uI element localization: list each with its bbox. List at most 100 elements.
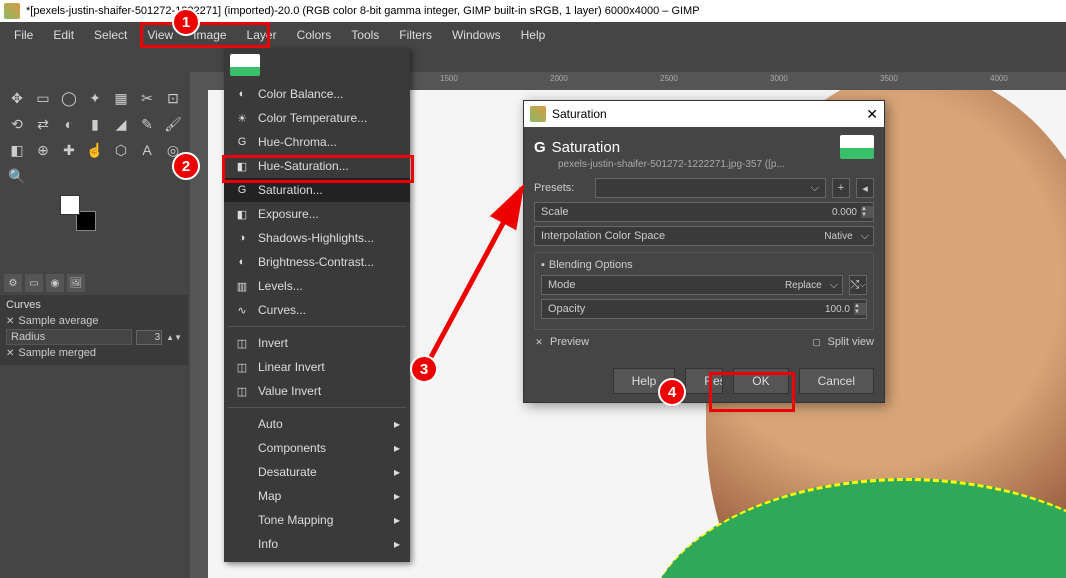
tab-images[interactable]: 🖼	[67, 274, 85, 292]
dialog-heading: GSaturation	[534, 135, 874, 159]
sample-average-label: Sample average	[18, 315, 98, 327]
tool-scissors[interactable]: ▦	[108, 85, 134, 111]
chevron-right-icon: ▸	[394, 441, 400, 455]
menu-saturation[interactable]: GSaturation...	[224, 178, 410, 202]
tool-fuzzy-select[interactable]: ✦	[82, 85, 108, 111]
interpolation-combo[interactable]: Interpolation Color Space Native ⌵	[534, 226, 874, 246]
chevron-right-icon: ▸	[394, 489, 400, 503]
fg-color-swatch[interactable]	[60, 195, 80, 215]
presets-combo[interactable]: ⌵	[595, 178, 826, 198]
sample-merged-label: Sample merged	[18, 347, 96, 359]
menu-color-temperature[interactable]: ☀Color Temperature...	[224, 106, 410, 130]
tool-measure[interactable]: ◎	[160, 137, 186, 163]
menubar: File Edit Select View Image Layer Colors…	[0, 22, 1066, 48]
tool-heal[interactable]: ✚	[56, 137, 82, 163]
chevron-right-icon: ▸	[394, 417, 400, 431]
dialog-titlebar[interactable]: Saturation ✕	[524, 101, 884, 127]
dockable-tabs: ⚙ ▭ ◉ 🖼	[0, 274, 85, 294]
menu-help[interactable]: Help	[511, 24, 556, 46]
menu-view[interactable]: View	[137, 24, 183, 46]
menu-info[interactable]: Info▸	[224, 532, 410, 556]
tool-smudge[interactable]: ☝	[82, 137, 108, 163]
tool-clone[interactable]: ⊕	[30, 137, 56, 163]
menu-exposure[interactable]: ◧Exposure...	[224, 202, 410, 226]
tool-pencil[interactable]: ✎	[134, 111, 160, 137]
tab-device[interactable]: ▭	[25, 274, 43, 292]
menu-edit[interactable]: Edit	[43, 24, 84, 46]
dialog-title: Saturation	[552, 107, 607, 121]
menu-tone-mapping[interactable]: Tone Mapping▸	[224, 508, 410, 532]
menu-layer[interactable]: Layer	[237, 24, 287, 46]
menu-hue-chroma[interactable]: GHue-Chroma...	[224, 130, 410, 154]
menu-linear-invert[interactable]: ◫Linear Invert	[224, 355, 410, 379]
tab-tool-options[interactable]: ⚙	[4, 274, 22, 292]
chevron-right-icon: ▸	[394, 513, 400, 527]
tab-brushes[interactable]: ◉	[46, 274, 64, 292]
menu-tools[interactable]: Tools	[341, 24, 389, 46]
close-icon[interactable]: ✕	[866, 106, 878, 123]
menu-map[interactable]: Map▸	[224, 484, 410, 508]
menu-windows[interactable]: Windows	[442, 24, 511, 46]
menu-shadows-highlights[interactable]: ◑Shadows-Highlights...	[224, 226, 410, 250]
tool-eraser[interactable]: ◧	[4, 137, 30, 163]
splitview-checkbox[interactable]: ▢	[812, 337, 822, 347]
tool-bucket[interactable]: ▮	[82, 111, 108, 137]
close-icon[interactable]: ✕	[6, 348, 14, 359]
menu-invert[interactable]: ◫Invert	[224, 331, 410, 355]
menu-levels[interactable]: ▥Levels...	[224, 274, 410, 298]
tool-zoom[interactable]: 🔍	[4, 163, 30, 189]
radius-input[interactable]	[136, 330, 162, 345]
tool-free-select[interactable]: ◯	[56, 85, 82, 111]
tool-brush[interactable]: 🖌	[160, 111, 186, 137]
saturation-dialog: Saturation ✕ GSaturation pexels-justin-s…	[523, 100, 885, 403]
menu-components[interactable]: Components▸	[224, 436, 410, 460]
menu-brightness-contrast[interactable]: ◐Brightness-Contrast...	[224, 250, 410, 274]
menu-curves[interactable]: ∿Curves...	[224, 298, 410, 322]
preview-label: Preview	[550, 336, 589, 348]
reset-button[interactable]: Reset	[685, 368, 723, 394]
tool-text[interactable]: A	[134, 137, 160, 163]
mode-combo[interactable]: Mode Replace ⌵	[541, 275, 843, 295]
tool-rotate[interactable]: ⊡	[160, 85, 186, 111]
menu-color-balance[interactable]: ◐Color Balance...	[224, 82, 410, 106]
preset-add-button[interactable]: +	[832, 178, 850, 198]
preview-checkbox[interactable]: ✕	[534, 337, 544, 347]
chevron-down-icon: ⌵	[857, 230, 873, 243]
collapse-icon[interactable]: ▪	[541, 259, 545, 271]
cancel-button[interactable]: Cancel	[799, 368, 874, 394]
ok-button[interactable]: OK	[733, 368, 788, 394]
menu-desaturate[interactable]: Desaturate▸	[224, 460, 410, 484]
presets-label: Presets:	[534, 182, 589, 194]
preset-menu-button[interactable]: ◂	[856, 178, 874, 198]
scale-input[interactable]: Scale 0.000 ▲▼	[534, 202, 874, 222]
colors-menu-dropdown: ◐Color Balance... ☀Color Temperature... …	[224, 48, 410, 562]
help-button[interactable]: Help	[613, 368, 676, 394]
tool-flip[interactable]: ⇄	[30, 111, 56, 137]
tool-scale[interactable]: ⟲	[4, 111, 30, 137]
menu-select[interactable]: Select	[84, 24, 137, 46]
fg-bg-colors[interactable]	[60, 195, 96, 231]
menu-auto[interactable]: Auto▸	[224, 412, 410, 436]
menu-file[interactable]: File	[4, 24, 43, 46]
tool-perspective[interactable]: ◐	[56, 111, 82, 137]
menu-filters[interactable]: Filters	[389, 24, 442, 46]
mode-switch-button[interactable]: ⤭⌵	[849, 275, 867, 295]
menu-hue-saturation[interactable]: ◧Hue-Saturation...	[224, 154, 410, 178]
menu-preview-thumb	[230, 54, 260, 76]
menu-image[interactable]: Image	[183, 24, 236, 46]
menu-value-invert[interactable]: ◫Value Invert	[224, 379, 410, 403]
menu-colors[interactable]: Colors	[287, 24, 342, 46]
close-icon[interactable]: ✕	[6, 316, 14, 327]
tool-rect-select[interactable]: ▭	[30, 85, 56, 111]
ruler-vertical	[190, 90, 208, 578]
tool-options-panel: Curves ✕Sample average Radius▲▼ ✕Sample …	[0, 295, 188, 365]
tool-move[interactable]: ✥	[4, 85, 30, 111]
image-content-shirt	[646, 478, 1066, 578]
dialog-icon	[530, 106, 546, 122]
chevron-right-icon: ▸	[394, 537, 400, 551]
chevron-down-icon: ⌵	[811, 182, 819, 195]
opacity-input[interactable]: Opacity 100.0 ▲▼	[541, 299, 867, 319]
tool-path[interactable]: ⬡	[108, 137, 134, 163]
tool-crop[interactable]: ✂	[134, 85, 160, 111]
tool-gradient[interactable]: ◢	[108, 111, 134, 137]
